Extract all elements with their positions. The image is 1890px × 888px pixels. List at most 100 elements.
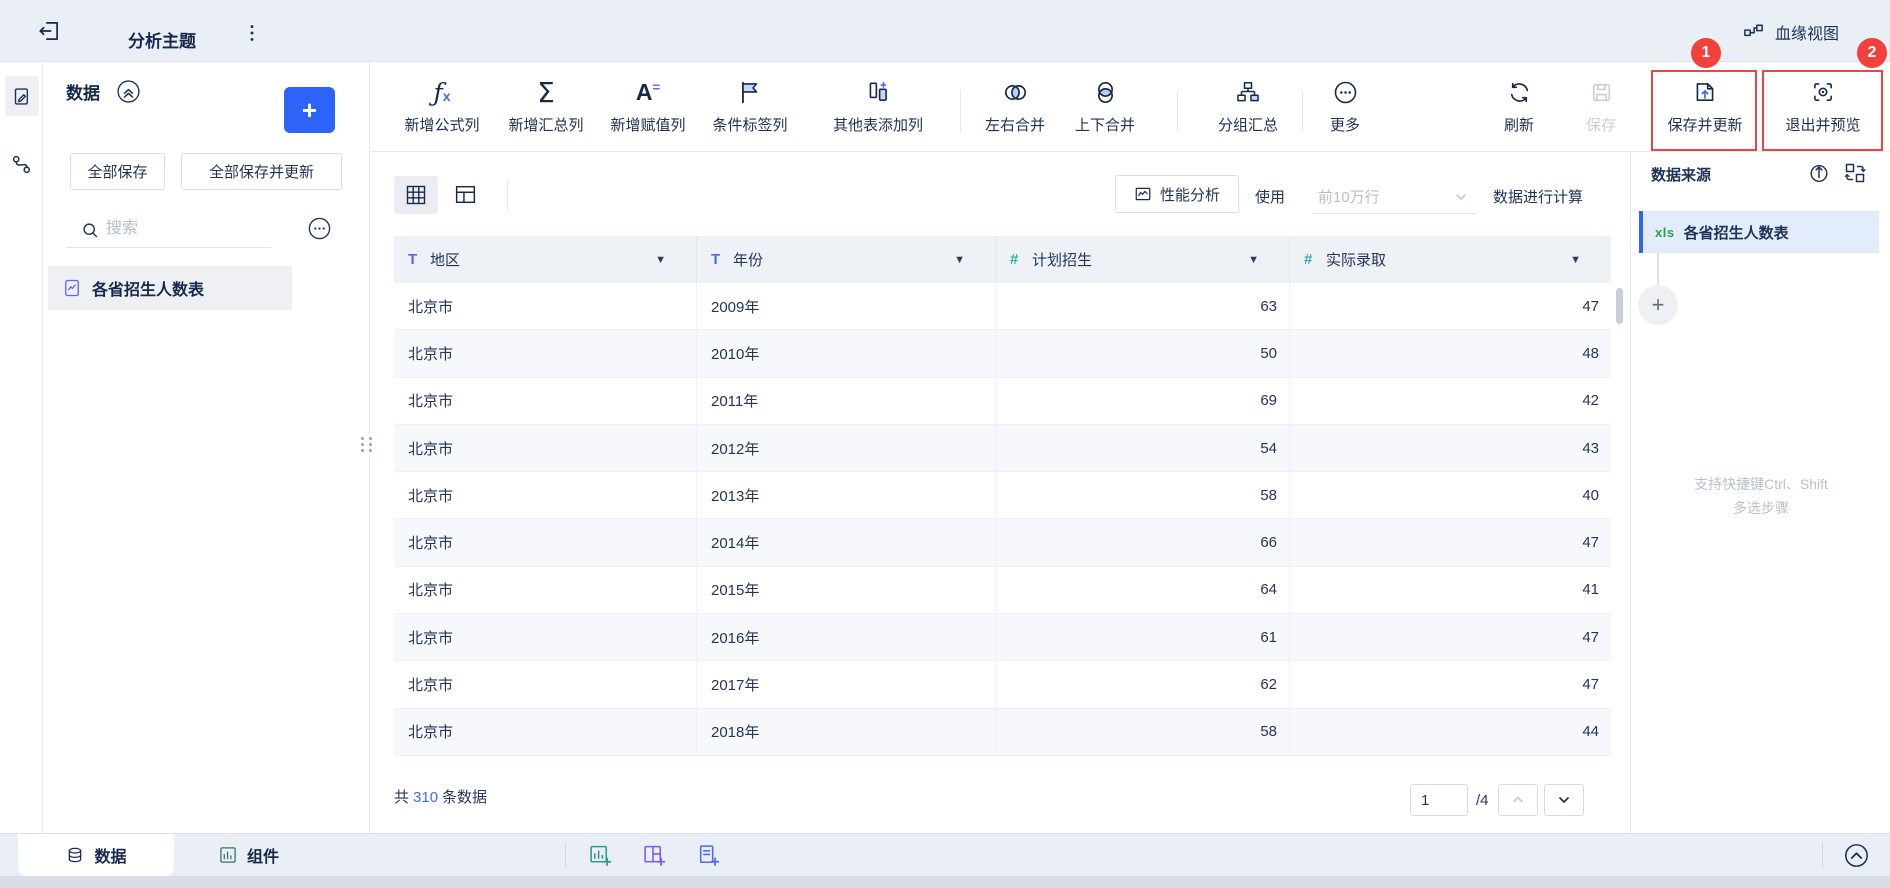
dropdown-arrow-icon[interactable]: ▼	[1248, 254, 1259, 266]
component-chart-icon	[220, 847, 236, 863]
dropdown-arrow-icon[interactable]: ▼	[1570, 254, 1581, 266]
data-edit-panel-icon[interactable]	[5, 76, 39, 116]
panel-resize-handle[interactable]	[361, 437, 373, 453]
column-header-actual[interactable]: # 实际录取 ▼	[1290, 236, 1611, 283]
group-summary-button[interactable]: 分组汇总	[1208, 72, 1288, 146]
page-up-button[interactable]	[1498, 784, 1538, 816]
exit-and-preview-button[interactable]: 退出并预览	[1765, 72, 1881, 146]
add-table-button[interactable]: +	[284, 87, 335, 133]
table-cell: 北京市	[394, 424, 697, 472]
collapse-panel-icon[interactable]	[116, 79, 141, 104]
kebab-menu-icon[interactable]	[248, 22, 256, 44]
table-cell: 44	[1582, 723, 1599, 741]
table-cell: 61	[996, 614, 1290, 661]
step-badge-1: 1	[1691, 38, 1721, 68]
table-row: 北京市 2014年 66 47	[394, 519, 1611, 567]
group-summary-icon	[1235, 72, 1261, 112]
flow-steps-panel-icon[interactable]	[10, 153, 33, 176]
page-title: 分析主题	[128, 32, 196, 51]
topbar: 分析主题 血缘视图	[0, 0, 1890, 62]
merge-top-bottom-button[interactable]: 上下合并	[1065, 72, 1145, 146]
table-cell: 北京市	[394, 519, 697, 566]
column-header-year[interactable]: T 年份 ▼	[697, 236, 996, 283]
add-formula-column-button[interactable]: ƒx 新增公式列	[394, 72, 490, 146]
swap-steps-icon[interactable]	[1843, 161, 1867, 185]
total-rows-label: 共 310 条数据	[394, 789, 488, 806]
tab-component[interactable]: 组件	[218, 834, 279, 876]
refresh-button[interactable]: 刷新	[1489, 72, 1549, 146]
dropdown-arrow-icon[interactable]: ▼	[954, 254, 965, 266]
column-header-planned[interactable]: # 计划招生 ▼	[996, 236, 1290, 283]
table-scrollbar[interactable]	[1616, 288, 1623, 324]
page-down-button[interactable]	[1544, 784, 1584, 816]
table-header: T 地区 ▼ T 年份 ▼ # 计划招生 ▼ # 实际录取 ▼	[394, 236, 1611, 283]
layout-view-toggle[interactable]	[453, 182, 478, 207]
grid-view-icon	[406, 185, 426, 205]
save-all-update-button[interactable]: 全部保存并更新	[181, 153, 342, 190]
row-limit-select[interactable]: 前10万行	[1312, 180, 1475, 214]
tab-data[interactable]: 数据	[18, 834, 174, 876]
table-row: 北京市 2010年 50 48	[394, 330, 1611, 378]
add-chart-icon[interactable]	[588, 843, 613, 868]
collapse-up-icon[interactable]	[1843, 842, 1870, 869]
sidebar-item-table[interactable]: 各省招生人数表	[48, 266, 292, 310]
table-cell: 48	[1582, 344, 1599, 362]
data-source-name: 各省招生人数表	[1683, 224, 1789, 242]
chevron-down-icon	[1559, 797, 1569, 803]
table-cell: 47	[1582, 297, 1599, 315]
search-underline	[66, 247, 271, 248]
database-icon	[69, 847, 82, 863]
table-cell: 北京市	[394, 377, 697, 424]
history-icon[interactable]	[1807, 161, 1831, 185]
save-all-button[interactable]: 全部保存	[70, 153, 165, 190]
table-cell: 北京市	[394, 330, 697, 377]
search-input[interactable]	[106, 216, 236, 242]
add-dashboard-icon[interactable]	[642, 843, 667, 868]
compute-label: 数据进行计算	[1493, 189, 1584, 206]
add-summary-column-button[interactable]: Σ 新增汇总列	[498, 72, 594, 146]
tab-data-label: 数据	[94, 849, 127, 866]
table-cell: 42	[1582, 392, 1599, 410]
table-cell: 北京市	[394, 614, 697, 661]
bottom-strip	[0, 876, 1890, 888]
table-row: 北京市 2011年 69 42	[394, 377, 1611, 425]
total-count: 310	[413, 789, 439, 806]
table-cell: 北京市	[394, 566, 697, 614]
left-rail	[0, 62, 43, 833]
data-source-panel: 数据来源 xls 各省招生人数表 + 支持快捷键Ctrl、Shift 多选步骤	[1630, 152, 1890, 833]
table-cell: 43	[1582, 439, 1599, 457]
table-row: 北京市 2012年 54 43	[394, 424, 1611, 473]
table-body: 北京市 2009年 63 47 北京市 2010年 50 48 北京市 2011年 69 42 北京市 2…	[394, 283, 1611, 756]
data-source-step[interactable]: xls 各省招生人数表	[1639, 211, 1879, 253]
add-step-button[interactable]: +	[1638, 285, 1678, 325]
toolbar-divider	[960, 90, 961, 132]
table-cell: 58	[996, 708, 1290, 755]
column-header-region[interactable]: T 地区 ▼	[394, 236, 697, 283]
add-report-icon[interactable]	[696, 843, 721, 868]
lineage-view-button[interactable]: 血缘视图	[1742, 20, 1839, 44]
text-type-icon: T	[408, 251, 418, 268]
exit-icon[interactable]	[36, 18, 62, 44]
more-button[interactable]: 更多	[1315, 72, 1375, 146]
add-column-from-table-button[interactable]: 其他表添加列	[820, 72, 936, 146]
dropdown-arrow-icon[interactable]: ▼	[655, 254, 666, 266]
table-cell: 2018年	[697, 708, 996, 755]
add-assign-column-button[interactable]: A= 新增赋值列	[600, 72, 696, 146]
number-type-icon: #	[1304, 251, 1313, 268]
performance-analysis-button[interactable]: 性能分析	[1115, 175, 1239, 213]
page-total-label: /4	[1476, 792, 1489, 809]
divider	[507, 180, 508, 210]
edit-toolbar: ƒx 新增公式列 Σ 新增汇总列 A= 新增赋值列 条件标签列 其他表添加列 左…	[371, 62, 1890, 152]
table-cell: 2014年	[697, 519, 996, 566]
table-cell: 2011年	[697, 377, 996, 424]
merge-left-right-button[interactable]: 左右合并	[975, 72, 1055, 146]
xls-tag: xls	[1655, 224, 1675, 240]
grid-view-toggle[interactable]	[394, 176, 438, 214]
table-cell: 62	[996, 661, 1290, 708]
table-cell: 47	[1582, 676, 1599, 694]
condition-tag-column-button[interactable]: 条件标签列	[702, 72, 798, 146]
save-and-update-button[interactable]: 保存并更新	[1655, 72, 1755, 146]
table-cell: 41	[1582, 581, 1599, 599]
page-number-input[interactable]	[1410, 784, 1468, 816]
search-options-icon[interactable]	[307, 216, 332, 241]
